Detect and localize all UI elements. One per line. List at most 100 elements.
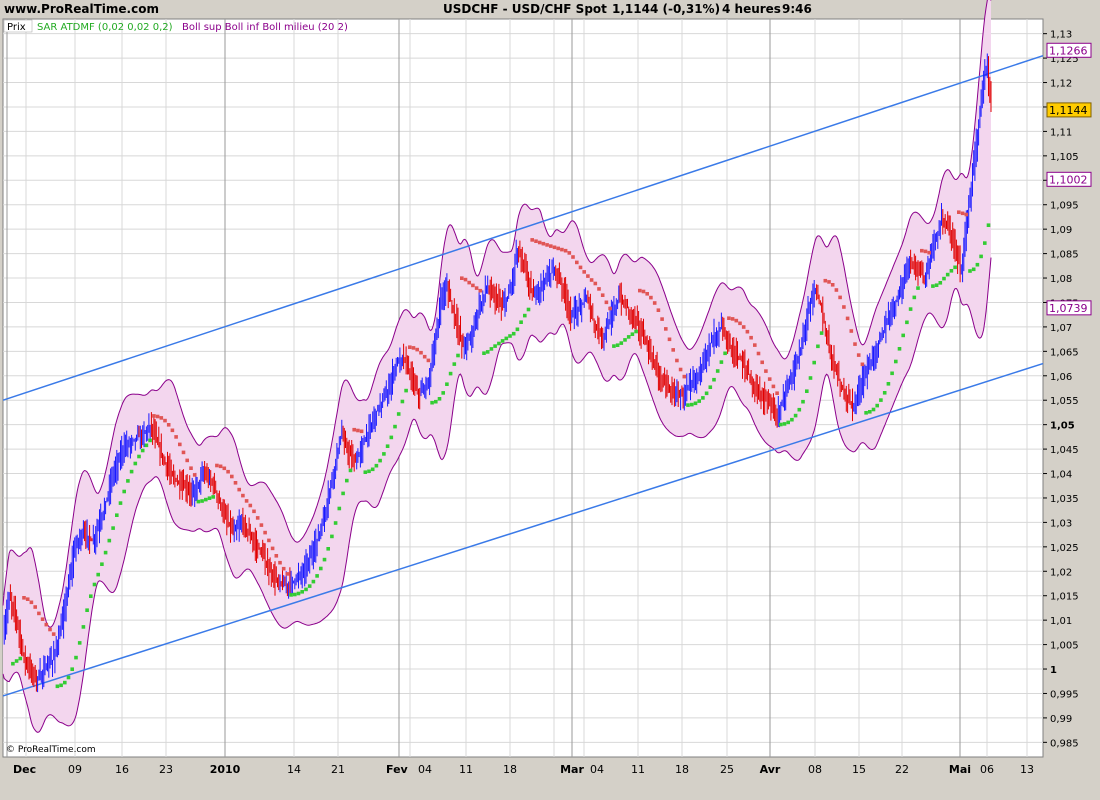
sar-dot: [471, 283, 475, 288]
sar-dot: [289, 593, 293, 597]
y-tick-label: 1,12: [1050, 79, 1072, 90]
sar-dot: [849, 329, 854, 333]
sar-dot: [723, 351, 727, 356]
sar-dot: [719, 360, 724, 364]
sar-dot: [771, 384, 776, 389]
sar-dot: [957, 210, 961, 214]
sar-dot: [478, 288, 483, 293]
sar-dot: [753, 343, 757, 347]
sar-dot: [715, 369, 720, 373]
sar-dot: [805, 389, 809, 393]
y-tick-label: 0,985: [1050, 738, 1079, 749]
x-tick-label: 23: [159, 763, 173, 776]
legend-bollinger: Boll sup Boll inf Boll milieu (20 2): [182, 22, 348, 33]
sar-dot: [248, 503, 253, 508]
sar-dot: [307, 584, 312, 588]
sar-dot: [875, 403, 879, 408]
x-tick-label: 21: [331, 763, 345, 776]
sar-dot: [400, 399, 405, 404]
sar-dot: [181, 450, 186, 455]
sar-dot: [274, 554, 279, 558]
sar-dot: [782, 422, 787, 426]
sar-dot: [730, 317, 735, 321]
x-tick-label: Mar: [560, 763, 584, 776]
sar-dot: [115, 513, 119, 517]
sar-dot: [356, 428, 360, 433]
sar-dot: [137, 454, 141, 459]
sar-dot: [382, 452, 386, 456]
sar-dot: [938, 281, 943, 285]
sar-dot: [51, 632, 56, 636]
sar-dot: [63, 680, 67, 685]
price-chart[interactable]: 1,131,1251,121,1151,111,1051,11,0951,091…: [0, 0, 1100, 800]
sar-dot: [793, 413, 798, 418]
sar-dot: [215, 463, 219, 468]
sar-dot: [255, 516, 260, 520]
sar-dot: [738, 321, 742, 326]
sar-dot: [534, 239, 538, 243]
sar-dot: [422, 354, 427, 359]
y-tick-label: 1,05: [1050, 421, 1075, 432]
sar-dot: [77, 641, 82, 645]
sar-dot: [434, 399, 438, 404]
sar-dot: [697, 399, 701, 403]
sar-dot: [456, 353, 460, 358]
sar-dot: [33, 605, 37, 609]
sar-dot: [281, 566, 286, 571]
x-tick-label: 22: [895, 763, 909, 776]
sar-dot: [504, 336, 509, 341]
sar-dot: [330, 534, 334, 539]
sar-dot: [404, 388, 408, 393]
sar-dot: [263, 530, 267, 535]
x-tick-label: 15: [852, 763, 866, 776]
sar-dot: [241, 493, 245, 498]
sar-dot: [916, 286, 920, 290]
sar-dot: [678, 367, 683, 372]
sar-dot: [638, 288, 642, 293]
sar-dot: [920, 248, 924, 253]
sar-dot: [741, 325, 746, 329]
x-tick-label: 11: [631, 763, 645, 776]
sar-dot: [886, 382, 891, 386]
x-tick-label: Avr: [760, 763, 781, 776]
sar-dot: [267, 538, 271, 543]
y-tick-label: 1,06: [1050, 372, 1072, 383]
sar-dot: [604, 300, 609, 305]
sar-dot: [497, 341, 501, 346]
copyright-text: © ProRealTime.com: [6, 745, 96, 755]
sar-dot: [671, 348, 675, 352]
sar-dot: [712, 377, 716, 382]
sar-dot: [200, 499, 204, 503]
sar-dot: [244, 499, 249, 503]
sar-dot: [278, 560, 282, 565]
sar-dot: [890, 371, 894, 376]
sar-dot: [682, 374, 687, 379]
x-tick-label: 14: [287, 763, 301, 776]
y-tick-label: 1,08: [1050, 274, 1072, 285]
sar-dot: [148, 438, 152, 443]
sar-dot: [556, 246, 560, 251]
sar-dot: [882, 391, 887, 395]
sar-dot: [192, 473, 197, 477]
sar-dot: [311, 579, 316, 584]
sar-dot: [185, 458, 189, 463]
sar-dot: [333, 521, 338, 525]
sar-dot: [931, 284, 935, 288]
sar-dot: [749, 335, 753, 340]
sar-dot: [326, 547, 330, 551]
y-tick-label: 1,085: [1050, 250, 1079, 261]
sar-dot: [378, 458, 382, 463]
sar-dot: [842, 305, 846, 309]
sar-dot: [174, 435, 178, 439]
sar-dot: [441, 391, 445, 395]
price-badge-label: 1,1144: [1049, 104, 1088, 117]
sar-dot: [463, 277, 468, 282]
sar-dot: [567, 251, 572, 255]
sar-dot: [797, 407, 802, 412]
sar-dot: [345, 478, 349, 483]
sar-dot: [600, 293, 605, 297]
sar-dot: [304, 587, 308, 592]
sar-dot: [100, 562, 104, 566]
sar-dot: [411, 346, 416, 350]
sar-dot: [597, 287, 601, 291]
